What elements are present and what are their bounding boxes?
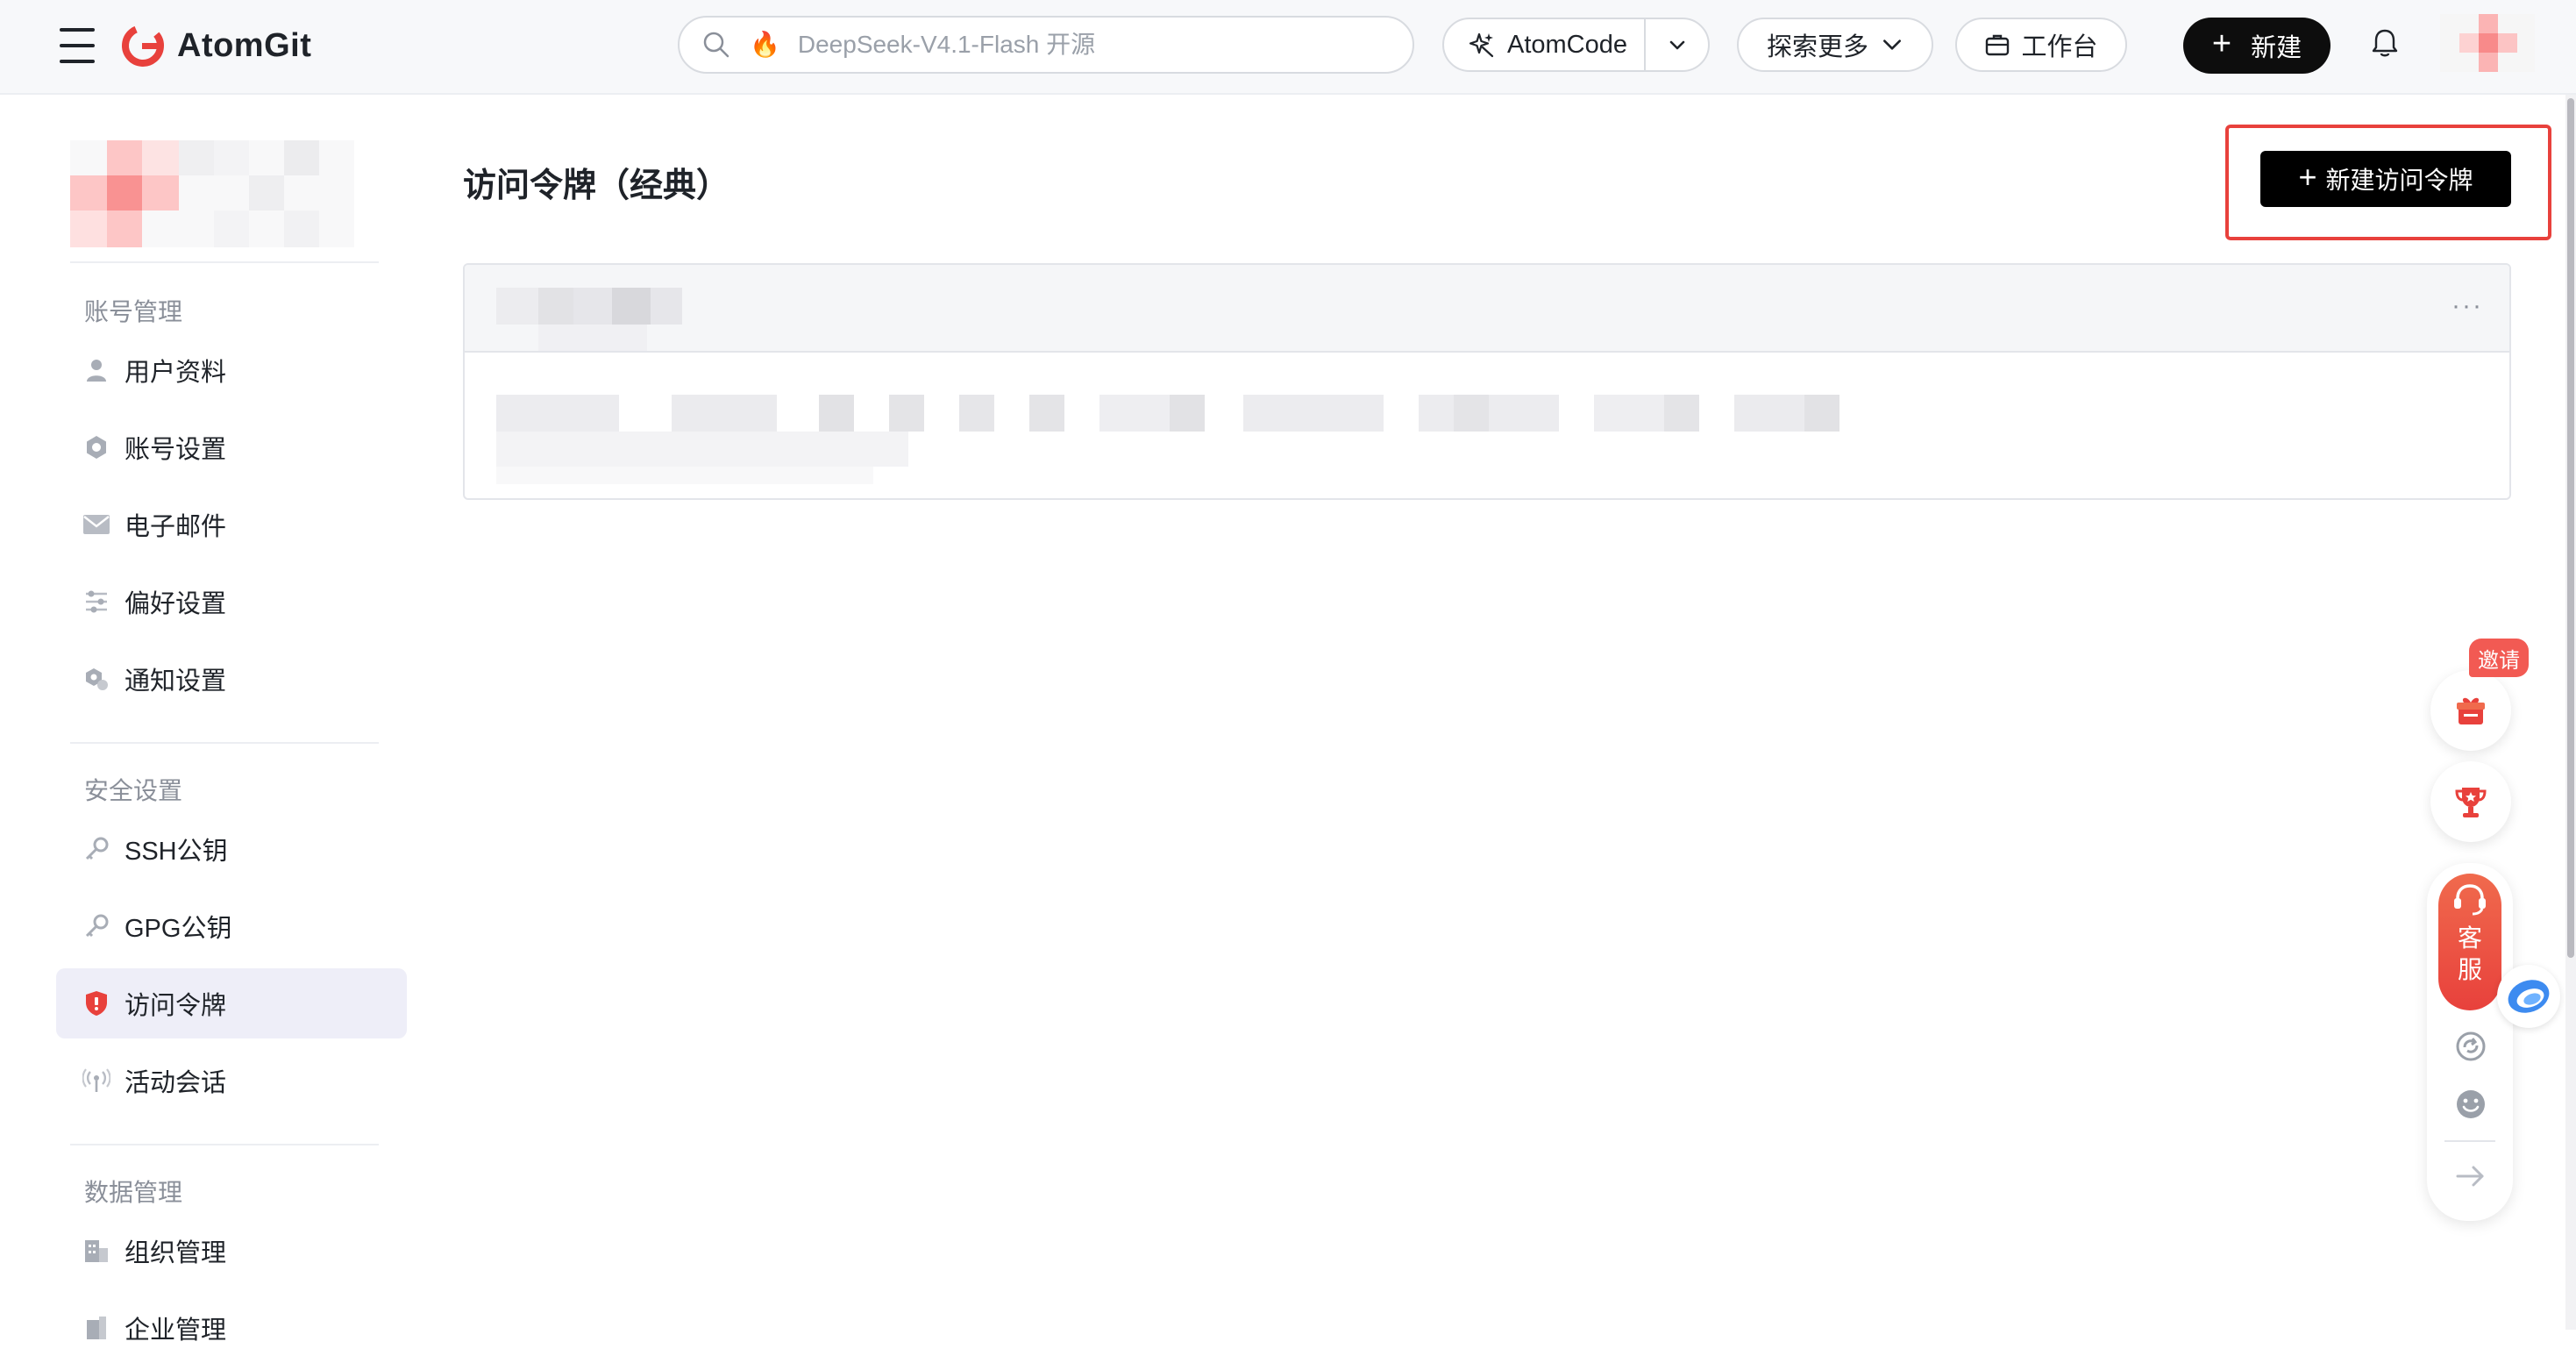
search-box[interactable]: 🔥 — [678, 16, 1414, 74]
sidebar-item-account-settings[interactable]: 账号设置 — [56, 412, 407, 482]
customer-service-button[interactable]: 客服 — [2438, 874, 2501, 1010]
briefcase-icon — [1986, 34, 2010, 56]
trophy-button[interactable] — [2430, 761, 2511, 842]
scrollbar-thumb[interactable] — [2567, 98, 2574, 958]
plus-icon: + — [2211, 25, 2232, 62]
sidebar-item-access-tokens[interactable]: 访问令牌 — [56, 968, 407, 1038]
chevron-down-icon — [1669, 40, 1684, 50]
search-icon — [703, 32, 729, 58]
chevron-down-icon — [1883, 39, 1901, 50]
workbench-button[interactable]: 工作台 — [1955, 18, 2127, 72]
profile-avatar — [70, 140, 354, 247]
new-button[interactable]: + 新建 — [2183, 18, 2330, 74]
new-label: 新建 — [2251, 34, 2302, 62]
assistant-icon — [2508, 980, 2550, 1013]
collapse-toolbar-button[interactable] — [2454, 1160, 2487, 1193]
sidebar-item-label: GPG公钥 — [125, 915, 232, 943]
sidebar-item-label: 电子邮件 — [125, 513, 227, 541]
sidebar-item-enterprise[interactable]: 企业管理 — [56, 1293, 407, 1363]
token-card: ··· — [463, 263, 2511, 500]
sidebar-item-label: SSH公钥 — [125, 838, 228, 866]
assistant-bubble-button[interactable] — [2497, 965, 2560, 1028]
user-avatar[interactable] — [2440, 14, 2535, 72]
plus-icon: + — [2298, 159, 2317, 195]
user-icon — [82, 356, 110, 384]
atomcode-split-button: AtomCode — [1442, 18, 1710, 72]
sidebar-item-label: 访问令牌 — [125, 992, 227, 1020]
more-options-button[interactable]: ··· — [2451, 291, 2483, 321]
invite-badge: 邀请 — [2469, 639, 2529, 677]
sidebar-item-active-sessions[interactable]: 活动会话 — [56, 1045, 407, 1116]
sidebar-item-label: 组织管理 — [125, 1239, 227, 1267]
section-title-data: 数据管理 — [84, 1179, 183, 1206]
menu-icon[interactable] — [60, 26, 95, 65]
customer-service-label: 客服 — [2457, 924, 2482, 983]
token-card-header — [465, 265, 2509, 353]
building-icon — [82, 1237, 110, 1265]
section-title-security: 安全设置 — [84, 777, 183, 804]
sidebar-item-label: 偏好设置 — [125, 590, 227, 618]
gear-icon — [82, 433, 110, 461]
sparkle-icon — [1469, 32, 1494, 58]
sidebar-item-notification-settings[interactable]: 通知设置 — [56, 644, 407, 714]
atomcode-button[interactable]: AtomCode — [1444, 19, 1644, 70]
arrow-right-icon — [2456, 1166, 2484, 1187]
sidebar-item-gpg-keys[interactable]: GPG公钥 — [56, 891, 407, 961]
atomcode-dropdown-toggle[interactable] — [1646, 19, 1708, 70]
brand-name: AtomGit — [177, 26, 312, 64]
sidebar-item-email[interactable]: 电子邮件 — [56, 489, 407, 560]
mail-icon — [82, 510, 110, 539]
divider — [2444, 1140, 2495, 1142]
divider — [70, 1144, 379, 1145]
headset-icon — [2454, 884, 2486, 916]
notification-gear-icon — [82, 665, 110, 693]
shield-icon — [82, 989, 110, 1017]
divider — [70, 742, 379, 744]
sidebar-item-profile[interactable]: 用户资料 — [56, 335, 407, 405]
atomgit-logo-icon — [122, 25, 164, 67]
feedback-tool-button[interactable] — [2454, 1088, 2487, 1121]
sliders-icon — [82, 588, 110, 616]
section-title-account: 账号管理 — [84, 298, 183, 325]
atomcode-label: AtomCode — [1507, 30, 1628, 59]
sidebar-item-ssh-keys[interactable]: SSH公钥 — [56, 814, 407, 884]
sidebar-item-organization[interactable]: 组织管理 — [56, 1216, 407, 1286]
workbench-label: 工作台 — [2021, 33, 2098, 61]
key-icon — [82, 912, 110, 940]
explore-more-label: 探索更多 — [1766, 33, 1868, 61]
sidebar-item-label: 企业管理 — [125, 1317, 227, 1345]
sidebar-item-label: 活动会话 — [125, 1069, 227, 1097]
explore-more-button[interactable]: 探索更多 — [1737, 18, 1933, 72]
invite-gift-button[interactable] — [2430, 670, 2511, 751]
enterprise-icon — [82, 1314, 110, 1342]
sidebar-item-label: 通知设置 — [125, 667, 227, 696]
page-title: 访问令牌（经典） — [463, 168, 730, 204]
smiley-icon — [2457, 1090, 2485, 1118]
broadcast-icon — [82, 1067, 110, 1095]
key-icon — [82, 835, 110, 863]
divider — [70, 261, 379, 263]
sidebar-item-label: 账号设置 — [125, 436, 227, 464]
new-access-token-label: 新建访问令牌 — [2325, 167, 2473, 194]
top-navigation-bar: AtomGit 🔥 AtomCode 探索更多 — [0, 0, 2576, 95]
refresh-tool-button[interactable] — [2454, 1030, 2487, 1063]
gift-icon — [2457, 697, 2485, 724]
brand-logo[interactable]: AtomGit — [121, 21, 311, 70]
sidebar-item-preferences[interactable]: 偏好设置 — [56, 567, 407, 637]
bell-icon[interactable] — [2368, 26, 2402, 60]
trophy-icon — [2455, 788, 2487, 817]
refresh-icon — [2456, 1031, 2486, 1061]
fire-icon: 🔥 — [750, 31, 780, 58]
new-access-token-button[interactable]: + 新建访问令牌 — [2260, 151, 2511, 207]
search-input[interactable] — [795, 30, 1396, 60]
sidebar-item-label: 用户资料 — [125, 359, 227, 387]
